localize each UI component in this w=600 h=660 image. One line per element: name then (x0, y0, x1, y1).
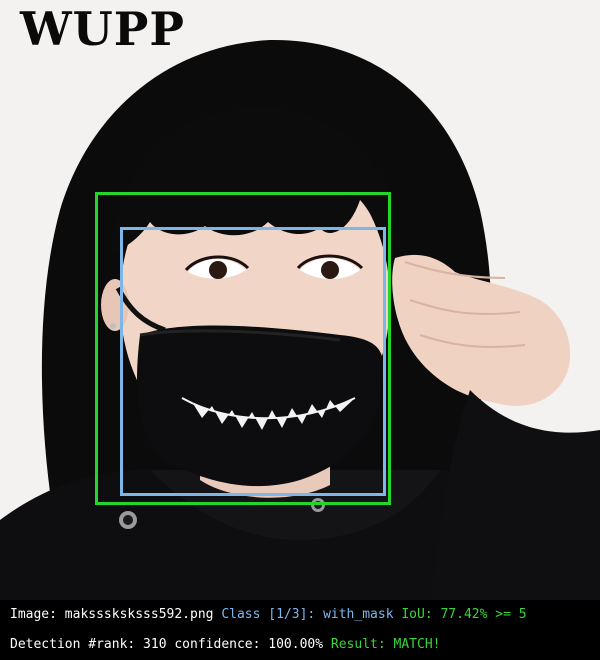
prediction-bounding-box (120, 227, 386, 496)
logo-text: WUPP (20, 2, 185, 56)
detection-label: Detection #rank: 310 confidence: 100.00% (10, 637, 324, 652)
iou-label: IoU: 77.42% >= 5 (401, 607, 527, 622)
info-line-1: Image: maksssksksss592.png Class [1/3]: … (10, 605, 527, 625)
info-line-2: Detection #rank: 310 confidence: 100.00%… (10, 635, 440, 655)
image-filename-label: Image: maksssksksss592.png (10, 607, 214, 622)
result-label: Result: MATCH! (330, 637, 441, 652)
detection-viewer: WUPP Image: maksssksksss592.png Class [1… (0, 0, 600, 660)
class-label: Class [1/3]: with_mask (221, 607, 394, 622)
info-bar: Image: maksssksksss592.png Class [1/3]: … (0, 600, 600, 660)
photo: WUPP (0, 0, 600, 600)
